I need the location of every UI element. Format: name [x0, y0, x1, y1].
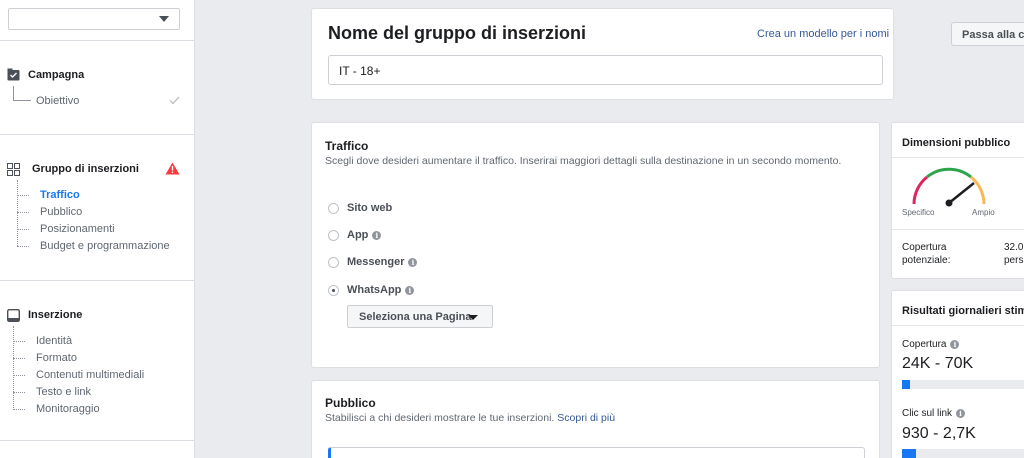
sidebar-item-traffic[interactable]: Traffico	[40, 189, 80, 201]
radio-app[interactable]: App i	[328, 228, 382, 242]
daily-results-panel: Risultati giornalieri stimati Copertura …	[891, 290, 1024, 458]
potential-reach-unit: pers	[1004, 255, 1024, 266]
divider	[0, 440, 195, 441]
tree-line	[17, 212, 29, 213]
next-button[interactable]: Passa alla creazione dell'inserzione	[951, 22, 1024, 46]
page-title: Nome del gruppo di inserzioni	[328, 23, 587, 43]
traffic-title: Traffico	[325, 139, 369, 153]
tree-line	[17, 180, 18, 246]
clicks-label: Clic sul link	[902, 408, 953, 419]
info-icon[interactable]: i	[956, 409, 966, 418]
audience-title: Pubblico	[325, 396, 376, 410]
folder-check-icon	[7, 68, 20, 81]
section-adset[interactable]: Gruppo di inserzioni	[32, 163, 139, 175]
check-icon	[169, 96, 180, 105]
sidebar: Campagna Obiettivo Gruppo di inserzioni …	[0, 0, 195, 458]
audience-gauge	[912, 167, 986, 207]
sidebar-item-placements[interactable]: Posizionamenti	[40, 223, 115, 235]
create-template-link[interactable]: Crea un modello per i nomi	[757, 28, 889, 40]
tree-line	[13, 392, 25, 393]
learn-more-link[interactable]: Scopri di più	[557, 412, 615, 424]
caret-down-icon	[159, 16, 169, 22]
potential-reach-label: Copertura potenziale:	[902, 242, 951, 266]
divider	[0, 134, 195, 135]
reach-label-row: Copertura i	[902, 339, 960, 350]
info-icon[interactable]: i	[408, 257, 418, 267]
radio-label: Messenger	[347, 256, 405, 268]
tree-line	[13, 86, 14, 100]
audience-size-title: Dimensioni pubblico	[902, 137, 1011, 149]
reach-label: Copertura	[902, 339, 947, 350]
tree-line	[17, 229, 29, 230]
section-ad[interactable]: Inserzione	[28, 309, 82, 321]
divider	[892, 157, 1024, 158]
section-campaign[interactable]: Campagna	[28, 69, 84, 81]
radio-button[interactable]	[328, 229, 339, 241]
tree-line	[17, 195, 29, 196]
tree-line	[13, 326, 14, 410]
tree-line	[13, 100, 31, 101]
account-select[interactable]	[8, 8, 180, 30]
gauge-label-broad: Ampio	[972, 208, 995, 217]
divider	[892, 325, 1024, 326]
reach-bar-fill	[902, 380, 911, 389]
radio-button[interactable]	[328, 256, 339, 268]
audience-card: Pubblico Stabilisci a chi desideri mostr…	[311, 380, 880, 458]
sidebar-item-media[interactable]: Contenuti multimediali	[36, 369, 144, 381]
clicks-value: 930 - 2,7K	[902, 425, 976, 442]
select-page-dropdown[interactable]: Seleziona una Pagina	[347, 305, 493, 328]
radio-button-selected[interactable]	[328, 284, 339, 296]
audience-size-panel: Dimensioni pubblico Specifico Ampio Cope…	[891, 122, 1024, 279]
radio-label: App	[347, 229, 369, 241]
radio-messenger[interactable]: Messenger i	[328, 255, 418, 269]
radio-label: WhatsApp	[347, 284, 402, 296]
account-name	[15, 13, 155, 25]
tree-line	[13, 375, 25, 376]
radio-button[interactable]	[328, 202, 339, 214]
traffic-card: Traffico Scegli dove desideri aumentare …	[311, 122, 880, 368]
dropdown-label: Seleziona una Pagina	[359, 311, 472, 323]
tree-line	[13, 358, 25, 359]
tree-line	[13, 409, 25, 410]
divider	[0, 280, 195, 281]
radio-website[interactable]: Sito web	[328, 201, 392, 215]
ad-icon	[7, 309, 20, 322]
clicks-label-row: Clic sul link i	[902, 408, 966, 419]
traffic-description: Scegli dove desideri aumentare il traffi…	[325, 155, 842, 167]
tree-line	[17, 246, 29, 247]
tree-line	[13, 341, 25, 342]
potential-reach-value: 32.0 pers	[1004, 241, 1023, 267]
potential-reach-number: 32.0	[1004, 242, 1024, 253]
sidebar-item-audience[interactable]: Pubblico	[40, 206, 82, 218]
info-icon[interactable]: i	[372, 230, 382, 240]
audience-input[interactable]	[328, 447, 865, 458]
sidebar-item-tracking[interactable]: Monitoraggio	[36, 403, 100, 415]
info-icon[interactable]: i	[405, 285, 415, 295]
adset-name-input[interactable]: IT - 18+	[328, 55, 883, 85]
daily-results-title: Risultati giornalieri stimati	[902, 305, 1024, 317]
sidebar-item-format[interactable]: Formato	[36, 352, 77, 364]
reach-value: 24K - 70K	[902, 355, 974, 372]
sidebar-item-identity[interactable]: Identità	[36, 335, 72, 347]
radio-whatsapp[interactable]: WhatsApp i	[328, 283, 415, 297]
radio-label: Sito web	[347, 202, 393, 214]
divider	[892, 229, 1024, 230]
gauge-label-specific: Specifico	[902, 208, 935, 217]
caret-down-icon	[468, 315, 478, 320]
clicks-bar	[902, 449, 1024, 458]
audience-description-row: Stabilisci a chi desideri mostrare le tu…	[325, 412, 615, 424]
audience-description: Stabilisci a chi desideri mostrare le tu…	[325, 412, 555, 424]
clicks-bar-fill	[902, 449, 916, 458]
warning-icon	[165, 162, 180, 175]
reach-bar	[902, 380, 1024, 389]
grid-icon	[7, 163, 20, 176]
sidebar-item-objective[interactable]: Obiettivo	[36, 95, 79, 107]
sidebar-item-budget[interactable]: Budget e programmazione	[40, 240, 170, 252]
adset-name-card: Nome del gruppo di inserzioni Crea un mo…	[311, 8, 894, 100]
info-icon[interactable]: i	[950, 340, 960, 349]
sidebar-item-text-link[interactable]: Testo e link	[36, 386, 91, 398]
divider	[0, 40, 195, 41]
